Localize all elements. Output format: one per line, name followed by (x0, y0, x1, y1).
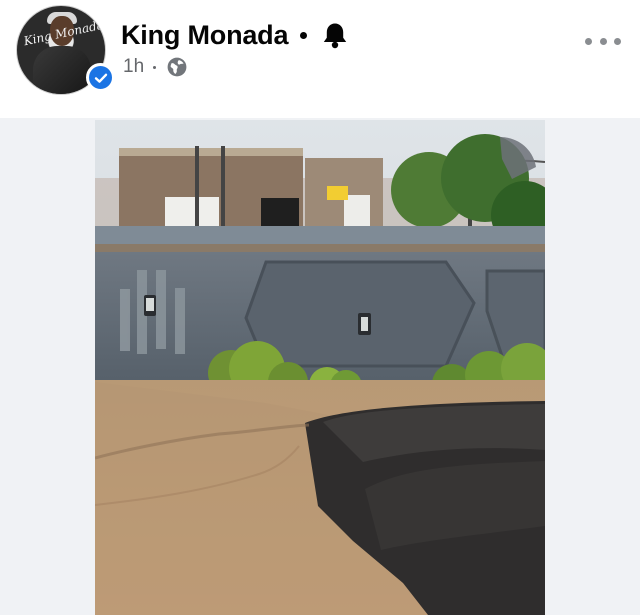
more-dot-1 (585, 37, 592, 45)
post-photo[interactable] (95, 120, 545, 615)
more-dot-3 (614, 37, 621, 45)
post-media-frame (0, 118, 640, 615)
post-header: King Monada King Monada 1h (0, 0, 640, 118)
more-options-icon[interactable] (585, 30, 621, 52)
post-meta: 1h (123, 54, 188, 80)
yellow-sign (327, 186, 348, 200)
separator-dot (300, 31, 308, 39)
more-dot-2 (599, 37, 607, 45)
meta-separator-dot (153, 65, 157, 69)
verified-badge-icon (86, 63, 115, 92)
bell-icon[interactable] (320, 20, 350, 50)
author-row: King Monada (121, 16, 350, 54)
avatar-body (33, 46, 91, 94)
author-name[interactable]: King Monada (121, 20, 288, 51)
globe-icon[interactable] (166, 56, 188, 78)
post-time[interactable]: 1h (123, 56, 144, 78)
house-photo-illustration (95, 120, 545, 615)
